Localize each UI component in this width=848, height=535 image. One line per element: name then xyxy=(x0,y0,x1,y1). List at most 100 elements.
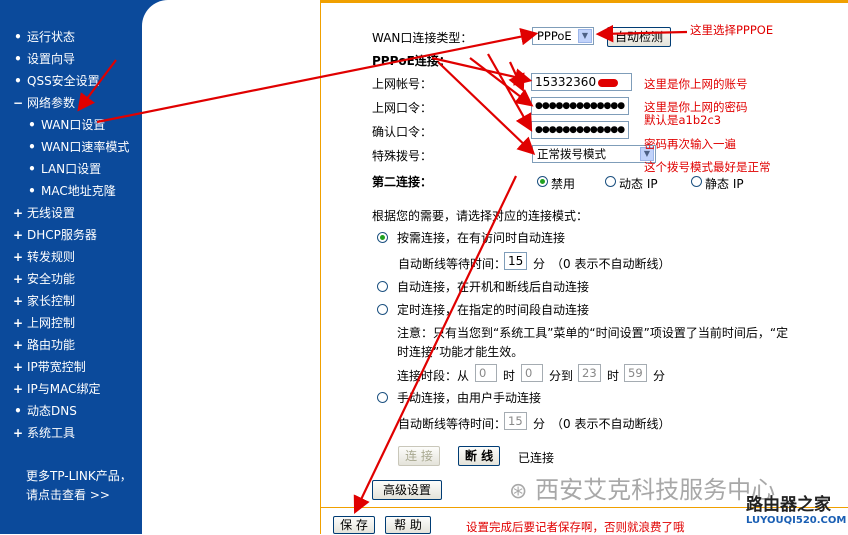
pppoe-section-title: PPPoE连接： xyxy=(372,54,451,68)
wan-type-select[interactable]: PPPoE ▼ xyxy=(532,27,594,45)
idle-time-unit: 分 xyxy=(533,257,546,271)
second-conn-dynamic-label: 动态 IP xyxy=(619,177,658,191)
arrow-to-dial xyxy=(437,61,536,156)
dial-mode-label: 特殊拨号： xyxy=(372,149,433,163)
sidebar-item-mac-clone[interactable]: • MAC地址克隆 xyxy=(0,182,116,199)
dial-mode-value: 正常拨号模式 xyxy=(537,147,606,161)
sidebar-item-label: 设置向导 xyxy=(27,52,76,66)
sidebar-item-bandwidth[interactable]: + IP带宽控制 xyxy=(0,358,86,375)
mode-prompt: 根据您的需要，请选择对应的连接模式： xyxy=(372,209,589,223)
mode-auto-label: 自动连接，在开机和断线后自动连接 xyxy=(397,280,590,294)
arrow-to-confirm xyxy=(487,53,533,132)
sidebar-item-network[interactable]: − 网络参数 xyxy=(0,94,75,111)
bullet-icon: • xyxy=(28,118,36,132)
more-products-line1: 更多TP-LINK产品， xyxy=(26,469,132,483)
idle-time-unit-2: 分 xyxy=(533,417,546,431)
sidebar-item-lan[interactable]: • LAN口设置 xyxy=(0,160,101,177)
more-products-link[interactable]: 更多TP-LINK产品， 请点击查看 >> xyxy=(26,467,132,505)
sidebar-item-system-tools[interactable]: + 系统工具 xyxy=(0,424,75,441)
period-hour-unit: 时 xyxy=(503,369,516,383)
confirm-password-label: 确认口令： xyxy=(372,125,433,139)
mode-manual-label: 手动连接，由用户手动连接 xyxy=(397,391,542,405)
brand-url: LUYOUQI520.COM xyxy=(746,515,847,526)
idle-time-hint-2: （0 表示不自动断线） xyxy=(551,417,671,431)
content-border xyxy=(320,0,321,534)
bullet-icon: • xyxy=(28,140,36,154)
expand-icon: + xyxy=(12,206,24,220)
more-products-line2: 请点击查看 >> xyxy=(26,488,110,502)
bullet-icon: • xyxy=(14,74,22,88)
period-from-hour-input[interactable]: 0 xyxy=(475,364,497,382)
annotation-password-default: 默认是a1b2c3 xyxy=(644,113,722,127)
mode-timed-label: 定时连接，在指定的时间段自动连接 xyxy=(397,303,590,317)
second-conn-static-radio[interactable] xyxy=(691,176,702,187)
redaction-mark xyxy=(598,78,619,87)
sidebar-item-label: 家长控制 xyxy=(27,294,76,308)
confirm-password-input[interactable]: ●●●●●●●●●●●●● xyxy=(531,121,629,139)
arrow-short xyxy=(508,61,525,92)
annotation-choose-pppoe: 这里选择PPPOE xyxy=(690,23,774,37)
sidebar-item-label: QSS安全设置 xyxy=(27,74,100,88)
second-conn-dynamic-radio[interactable] xyxy=(605,176,616,187)
disconnect-button[interactable]: 断 线 xyxy=(458,446,500,466)
bullet-icon: • xyxy=(14,52,22,66)
username-input[interactable]: 15332360 xyxy=(531,73,632,91)
annotation-confirm: 密码再次输入一遍 xyxy=(644,137,736,151)
sidebar-item-wireless[interactable]: + 无线设置 xyxy=(0,204,75,221)
mode-auto-radio[interactable] xyxy=(377,281,388,292)
sidebar-item-label: MAC地址克隆 xyxy=(41,184,116,198)
sidebar-item-status[interactable]: • 运行状态 xyxy=(0,28,75,45)
username-label: 上网帐号： xyxy=(372,77,433,91)
watermark: ⊛ 西安艾克科技服务中心 xyxy=(509,470,775,505)
help-button[interactable]: 帮 助 xyxy=(385,516,431,534)
period-to-hour-input[interactable]: 23 xyxy=(578,364,601,382)
wan-type-value: PPPoE xyxy=(537,29,572,43)
sidebar-item-label: 动态DNS xyxy=(27,404,77,418)
dial-mode-select[interactable]: 正常拨号模式 ▼ xyxy=(532,145,656,163)
password-input[interactable]: ●●●●●●●●●●●●● xyxy=(531,97,629,115)
mode-timed-radio[interactable] xyxy=(377,304,388,315)
idle-time-input[interactable]: 15 xyxy=(504,252,527,270)
sidebar-item-wan-speed[interactable]: • WAN口速率模式 xyxy=(0,138,129,155)
save-button[interactable]: 保 存 xyxy=(333,516,375,534)
idle-time-hint: （0 表示不自动断线） xyxy=(551,257,671,271)
idle-time-label-2: 自动断线等待时间： xyxy=(398,417,507,431)
expand-icon: + xyxy=(12,316,24,330)
connect-button[interactable]: 连 接 xyxy=(398,446,440,466)
sidebar-item-dhcp[interactable]: + DHCP服务器 xyxy=(0,226,97,243)
period-from-minute-input[interactable]: 0 xyxy=(521,364,543,382)
mode-on-demand-radio[interactable] xyxy=(377,232,388,243)
second-conn-disabled-label: 禁用 xyxy=(551,177,576,191)
advanced-settings-button[interactable]: 高级设置 xyxy=(372,480,442,500)
sidebar-item-label: DHCP服务器 xyxy=(27,228,97,242)
period-minute-unit: 分 xyxy=(653,369,666,383)
period-to-minute-input[interactable]: 59 xyxy=(624,364,647,382)
sidebar-item-parental[interactable]: + 家长控制 xyxy=(0,292,75,309)
mode-manual-radio[interactable] xyxy=(377,392,388,403)
auto-detect-button[interactable]: 自动检测 xyxy=(607,27,671,47)
sidebar-item-wan[interactable]: • WAN口设置 xyxy=(0,116,105,133)
sidebar-item-wizard[interactable]: • 设置向导 xyxy=(0,50,75,67)
sidebar-item-forwarding[interactable]: + 转发规则 xyxy=(0,248,75,265)
annotation-dial-mode: 这个拨号模式最好是正常 xyxy=(644,160,771,174)
second-connection-label: 第二连接： xyxy=(372,175,433,189)
second-conn-disabled-radio[interactable] xyxy=(537,176,548,187)
sidebar-item-ddns[interactable]: • 动态DNS xyxy=(0,402,77,419)
sidebar-item-routing[interactable]: + 路由功能 xyxy=(0,336,75,353)
idle-time-input-2[interactable]: 15 xyxy=(504,412,527,430)
bullet-icon: • xyxy=(14,404,22,418)
sidebar-item-qss[interactable]: • QSS安全设置 xyxy=(0,72,100,89)
chevron-down-icon: ▼ xyxy=(578,29,592,43)
sidebar-item-security[interactable]: + 安全功能 xyxy=(0,270,75,287)
period-hour-unit-2: 时 xyxy=(607,369,620,383)
sidebar-item-label: 路由功能 xyxy=(27,338,76,352)
bullet-icon: • xyxy=(14,30,22,44)
idle-time-label: 自动断线等待时间： xyxy=(398,257,507,271)
expand-icon: + xyxy=(12,382,24,396)
bullet-icon: • xyxy=(28,184,36,198)
sidebar-item-access-control[interactable]: + 上网控制 xyxy=(0,314,75,331)
username-value: 15332360 xyxy=(535,75,597,89)
sidebar-item-ip-mac[interactable]: + IP与MAC绑定 xyxy=(0,380,101,397)
watermark-text: 西安艾克科技服务中心 xyxy=(535,476,776,504)
expand-icon: + xyxy=(12,228,24,242)
